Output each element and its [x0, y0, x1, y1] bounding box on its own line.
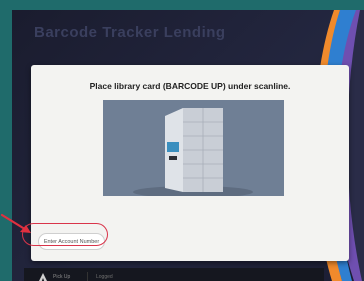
taskbar-divider — [87, 272, 88, 281]
header-title: Barcode Tracker Lending — [34, 24, 226, 41]
kiosk-image — [103, 100, 284, 196]
taskbar-item-pickup[interactable]: Pick Up — [53, 274, 70, 280]
app-logo-icon — [39, 273, 47, 281]
taskbar-item-status: Logged — [96, 274, 113, 280]
scan-instruction: Place library card (BARCODE UP) under sc… — [89, 81, 291, 91]
highlight-ring — [22, 223, 108, 246]
taskbar: Pick Up Logged — [24, 268, 324, 281]
red-arrow-icon — [0, 213, 31, 233]
